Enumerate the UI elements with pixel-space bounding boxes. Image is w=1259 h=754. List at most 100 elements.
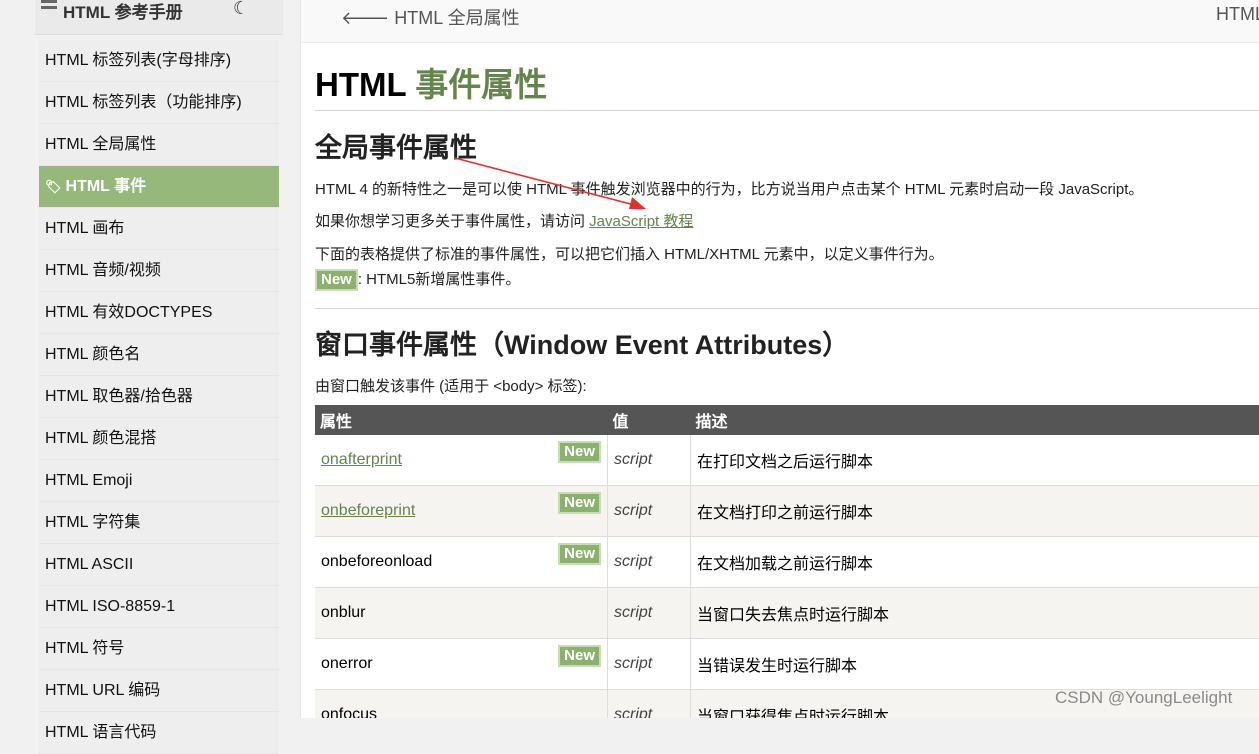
section-window-events-title: 窗口事件属性（Window Event Attributes） <box>315 323 849 362</box>
attribute-cell: onbeforeonload New <box>315 537 608 588</box>
js-tutorial-text: 如果你想学习更多关于事件属性，请访问 <box>315 213 589 230</box>
attribute-name: onbeforeonload <box>321 553 432 570</box>
table-row: onerror New script当错误发生时运行脚本 <box>315 639 1259 690</box>
table-intro-paragraph: 下面的表格提供了标准的事件属性，可以把它们插入 HTML/XHTML 元素中，以… <box>315 243 944 264</box>
value-cell: script <box>608 537 691 588</box>
sidebar-item-label: HTML 符号 <box>45 640 124 657</box>
sidebar-item[interactable]: HTML 全局属性 <box>39 124 279 166</box>
value-cell: script <box>608 639 691 690</box>
prev-page-label: HTML 全局属性 <box>394 8 519 28</box>
attribute-link[interactable]: onbeforeprint <box>321 502 415 519</box>
sidebar-item[interactable]: HTML 颜色混搭 <box>39 418 279 460</box>
attribute-name: onblur <box>321 604 365 621</box>
sidebar-item-label: HTML 颜色名 <box>45 346 140 363</box>
value-cell: script <box>608 486 691 537</box>
new-badge: New <box>315 269 358 291</box>
divider <box>315 110 1259 111</box>
page-title-prefix: HTML <box>315 66 406 103</box>
sidebar-item[interactable]: HTML 标签列表（功能排序) <box>39 82 279 124</box>
new-badge: New <box>558 645 601 667</box>
value-cell: script <box>608 690 691 719</box>
window-events-paragraph: 由窗口触发该事件 (适用于 <body> 标签): <box>315 375 587 396</box>
sidebar-item[interactable]: HTML 字符集 <box>39 502 279 544</box>
sidebar-item[interactable]: HTML 颜色名 <box>39 334 279 376</box>
js-tutorial-paragraph: 如果你想学习更多关于事件属性，请访问 JavaScript 教程 <box>315 210 693 231</box>
sidebar-item-label: HTML 画布 <box>45 220 124 237</box>
sidebar: HTML 参考手册 ☾ HTML 标签列表(字母排序) HTML 标签列表（功能排… <box>0 0 301 718</box>
sidebar-item[interactable]: HTML 音频/视频 <box>39 250 279 292</box>
header-description: 描述 <box>691 405 1259 435</box>
next-page-link[interactable]: HTML <box>1216 4 1259 25</box>
table-row: onafterprint New script在打印文档之后运行脚本 <box>315 435 1259 486</box>
sidebar-item[interactable]: HTML 画布 <box>39 208 279 250</box>
sidebar-item-label: HTML Emoji <box>45 472 132 489</box>
sidebar-item-label: HTML ASCII <box>45 556 133 573</box>
attribute-name: onerror <box>321 655 373 672</box>
header-value: 值 <box>608 405 691 435</box>
sidebar-item[interactable]: HTML 取色器/拾色器 <box>39 376 279 418</box>
sidebar-item-label: HTML URL 编码 <box>45 682 160 699</box>
sidebar-item[interactable]: HTML 语言代码 <box>39 712 279 754</box>
js-tutorial-link[interactable]: JavaScript 教程 <box>589 213 693 230</box>
new-legend-text: : HTML5新增属性事件。 <box>358 271 521 288</box>
sidebar-item[interactable]: 🏷 HTML 事件 <box>39 166 279 208</box>
description-cell: 当错误发生时运行脚本 <box>691 639 1259 690</box>
sidebar-item[interactable]: HTML URL 编码 <box>39 670 279 712</box>
sidebar-item-label: HTML 标签列表（功能排序) <box>45 94 242 111</box>
window-events-table: 属性 值 描述 onafterprintNewscript在打印文档之后运行脚本… <box>315 405 1259 718</box>
section-global-events-title: 全局事件属性 <box>315 126 477 165</box>
prev-page-link[interactable]: 🡐 HTML 全局属性 <box>341 4 520 30</box>
table-header-row: 属性 值 描述 <box>315 405 1259 435</box>
new-badge: New <box>558 492 601 514</box>
sidebar-item[interactable]: HTML Emoji <box>39 460 279 502</box>
sidebar-item[interactable]: HTML 符号 <box>39 628 279 670</box>
watermark: CSDN @YoungLeelight <box>1055 688 1232 708</box>
attribute-cell: onbeforeprint New <box>315 486 608 537</box>
sidebar-item-label: HTML ISO-8859-1 <box>45 598 175 615</box>
sidebar-header: HTML 参考手册 ☾ <box>35 0 283 35</box>
attribute-name: onfocus <box>321 706 377 718</box>
description-cell: 在文档打印之前运行脚本 <box>691 486 1259 537</box>
description-cell: 在文档加载之前运行脚本 <box>691 537 1259 588</box>
value-cell: script <box>608 588 691 639</box>
moon-icon[interactable]: ☾ <box>233 0 249 19</box>
sidebar-title: HTML 参考手册 <box>63 0 183 23</box>
attribute-link[interactable]: onafterprint <box>321 451 402 468</box>
description-cell: 当窗口失去焦点时运行脚本 <box>691 588 1259 639</box>
sidebar-item-label: HTML 标签列表(字母排序) <box>45 52 231 69</box>
new-badge: New <box>558 441 601 463</box>
new-legend: New: HTML5新增属性事件。 <box>315 268 520 291</box>
menu-icon[interactable] <box>41 0 57 18</box>
topbar: 🡐 HTML 全局属性 HTML <box>301 0 1259 43</box>
tag-icon: 🏷 <box>45 179 62 194</box>
sidebar-item-label: HTML 语言代码 <box>45 724 156 741</box>
table-row: onblur script当窗口失去焦点时运行脚本 <box>315 588 1259 639</box>
table-row: onbeforeprint New script在文档打印之前运行脚本 <box>315 486 1259 537</box>
header-attribute: 属性 <box>315 405 608 435</box>
value-cell: script <box>608 435 691 486</box>
arrow-left-icon: 🡐 <box>341 8 389 28</box>
table-row: onbeforeonload New script在文档加载之前运行脚本 <box>315 537 1259 588</box>
sidebar-item-label: HTML 音频/视频 <box>45 262 161 279</box>
sidebar-item-label: HTML 颜色混搭 <box>45 430 156 447</box>
sidebar-item[interactable]: HTML 标签列表(字母排序) <box>39 40 279 82</box>
sidebar-item-label: HTML 有效DOCTYPES <box>45 304 212 321</box>
sidebar-item-label: HTML 全局属性 <box>45 136 156 153</box>
attribute-cell: onfocus <box>315 690 608 719</box>
page-title: HTML 事件属性 <box>315 58 547 106</box>
sidebar-item[interactable]: HTML 有效DOCTYPES <box>39 292 279 334</box>
new-badge: New <box>558 543 601 565</box>
sidebar-item[interactable]: HTML ISO-8859-1 <box>39 586 279 628</box>
description-cell: 在打印文档之后运行脚本 <box>691 435 1259 486</box>
sidebar-nav: HTML 标签列表(字母排序) HTML 标签列表（功能排序) HTML 全局属性 🏷… <box>39 40 279 754</box>
divider <box>315 308 1259 309</box>
sidebar-item[interactable]: HTML ASCII <box>39 544 279 586</box>
sidebar-item-label: HTML 字符集 <box>45 514 140 531</box>
attribute-cell: onerror New <box>315 639 608 690</box>
intro-paragraph: HTML 4 的新特性之一是可以使 HTML 事件触发浏览器中的行为，比方说当用… <box>315 178 1143 199</box>
main-content: 🡐 HTML 全局属性 HTML HTML 事件属性 全局事件属性 HTML 4… <box>301 0 1259 718</box>
sidebar-item-label: HTML 事件 <box>66 178 147 195</box>
page-title-accent: 事件属性 <box>415 66 547 103</box>
attribute-cell: onafterprint New <box>315 435 608 486</box>
attribute-cell: onblur <box>315 588 608 639</box>
